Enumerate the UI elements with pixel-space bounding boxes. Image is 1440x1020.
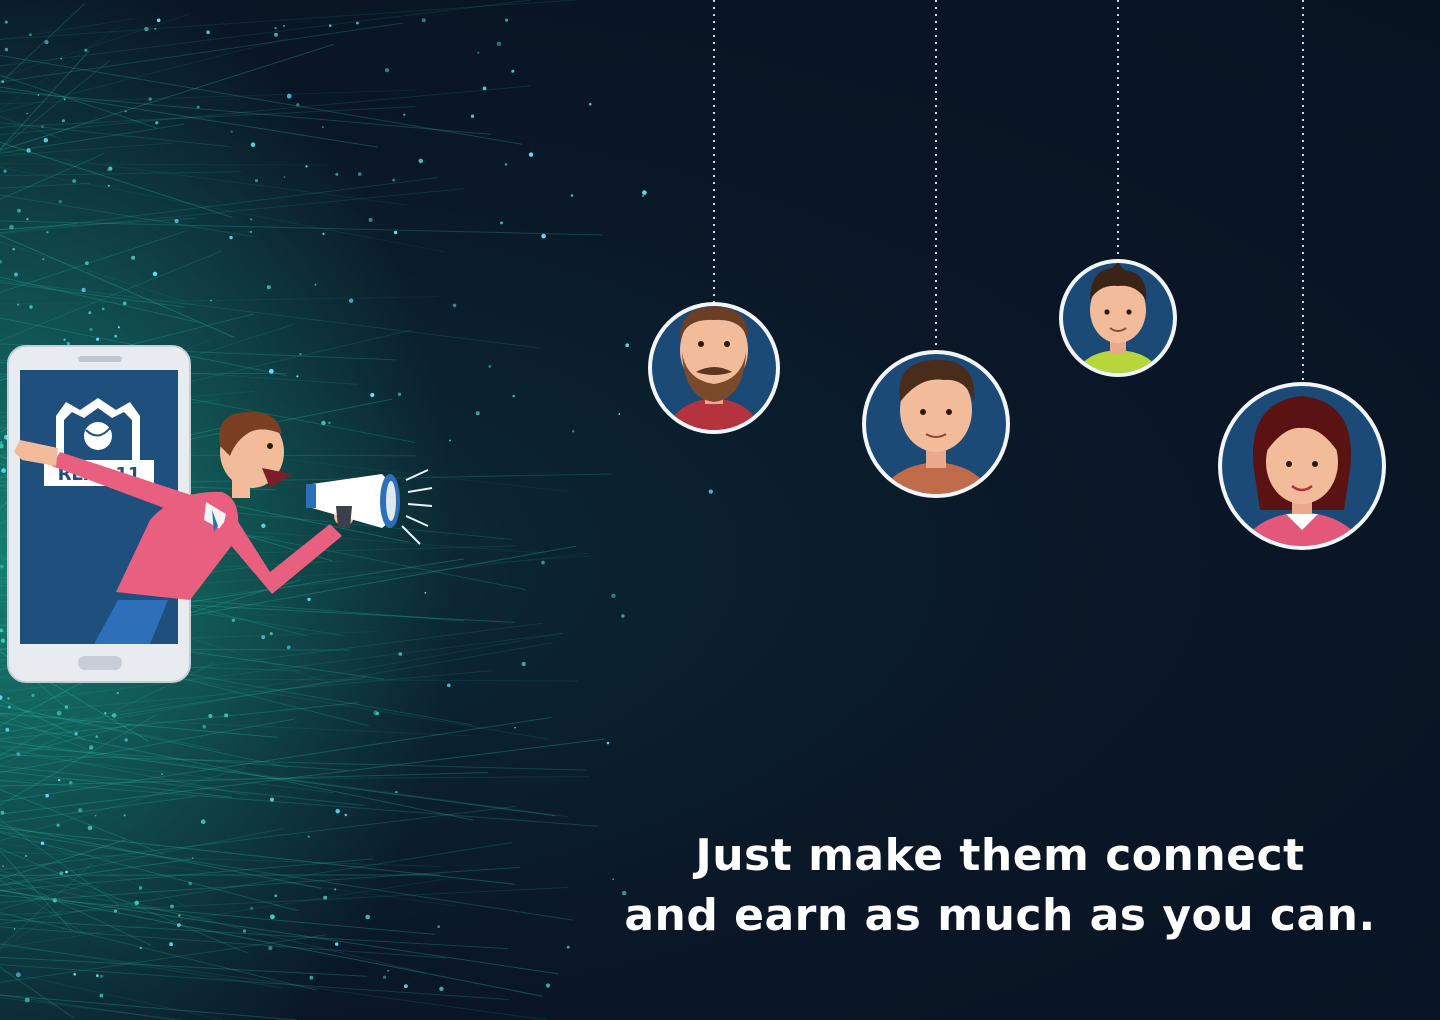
woman-avatar-icon — [1218, 382, 1386, 550]
boy-avatar-icon — [1059, 259, 1177, 377]
tagline-line-1: Just make them connect — [695, 830, 1305, 881]
hanging-strings — [713, 0, 1304, 386]
young-man-avatar-icon — [862, 350, 1010, 498]
tagline-line-2: and earn as much as you can. — [624, 890, 1376, 941]
promo-banner: REAL 11 — [0, 0, 1440, 1020]
tagline: Just make them connect and earn as much … — [600, 826, 1400, 946]
